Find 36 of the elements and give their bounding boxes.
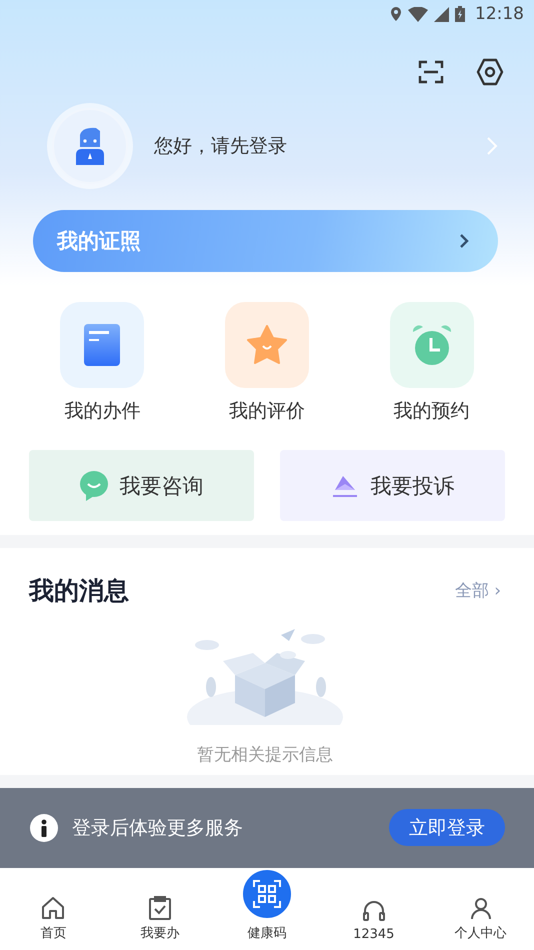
login-button[interactable]: 立即登录 [389, 809, 505, 846]
shortcut-tile[interactable] [390, 302, 474, 388]
shortcut-tile[interactable] [224, 302, 309, 388]
shortcut-tile[interactable] [60, 302, 144, 388]
location-icon [390, 7, 402, 21]
chat-bubble-icon [80, 470, 108, 500]
nav-label[interactable]: 我要办 [140, 924, 180, 942]
scan-icon[interactable] [418, 60, 444, 84]
headset-icon[interactable] [362, 898, 386, 923]
avatar[interactable] [52, 108, 128, 184]
login-prompt[interactable]: 您好，请先登录 [154, 133, 486, 159]
clipboard-icon[interactable] [149, 896, 172, 920]
nav-label[interactable]: 首页 [40, 924, 66, 942]
settings-icon[interactable] [476, 58, 504, 86]
nav-label[interactable]: 个人中心 [454, 924, 507, 942]
signal-icon [434, 6, 449, 22]
alarm-clock-icon [410, 324, 453, 366]
info-icon [30, 814, 58, 842]
wifi-icon [408, 6, 428, 22]
shortcut-label[interactable]: 我的预约 [394, 398, 470, 424]
action-button[interactable]: 我要投诉 [280, 450, 505, 521]
status-time: 12:18 [475, 4, 524, 24]
home-icon[interactable] [41, 896, 66, 920]
nav-label[interactable]: 12345 [353, 926, 394, 942]
document-icon [84, 324, 120, 366]
banner-text: 登录后体验更多服务 [72, 816, 244, 841]
battery-icon [455, 6, 465, 22]
section-title: 我的消息 [29, 574, 129, 607]
shortcut-label[interactable]: 我的评价 [228, 398, 305, 424]
shortcut-label[interactable]: 我的办件 [64, 398, 140, 424]
nav-label[interactable]: 健康码 [247, 924, 286, 942]
empty-message: 暂无相关提示信息 [197, 744, 333, 766]
person-icon[interactable] [468, 896, 493, 920]
action-button[interactable]: 我要咨询 [29, 450, 254, 521]
star-icon [246, 325, 288, 365]
qr-code-icon [252, 880, 281, 908]
